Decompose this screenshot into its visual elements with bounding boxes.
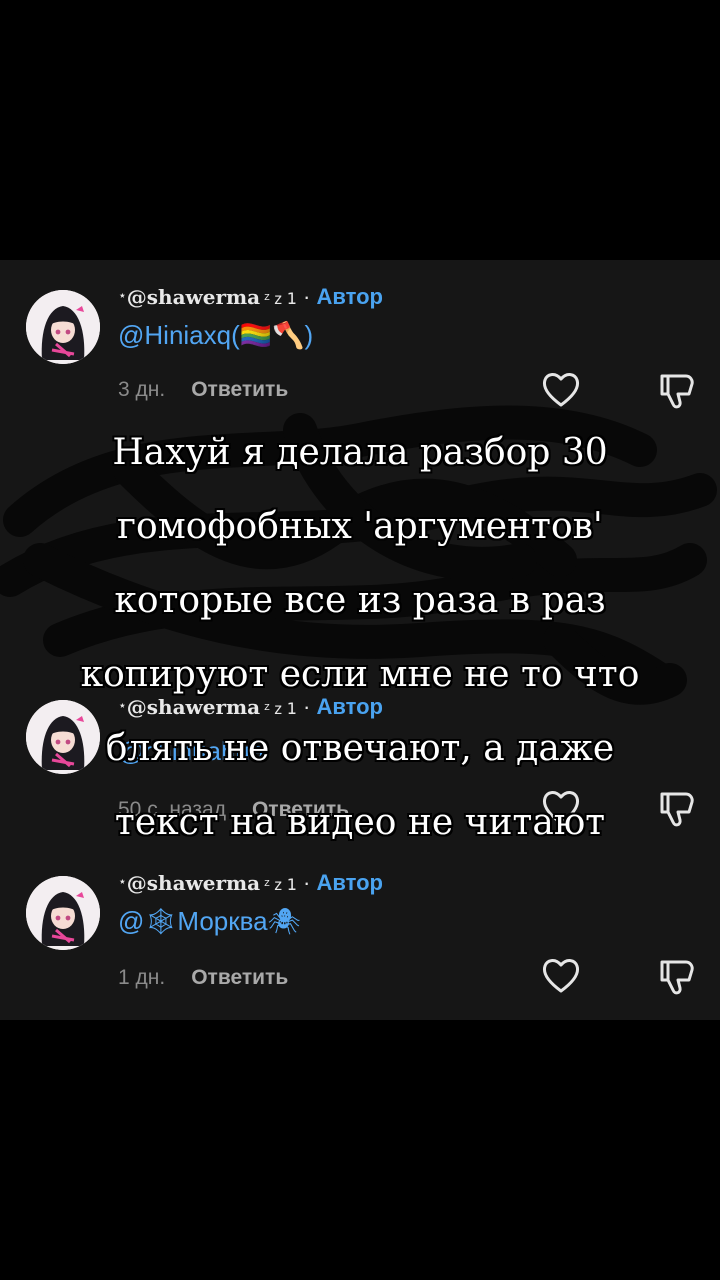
mention-link[interactable]: @Hiniaxq(🏳️‍🌈🪓) bbox=[118, 320, 313, 351]
username[interactable]: @shawerma bbox=[127, 871, 260, 895]
comment-item: ⋆@shawerma ᶻ z 𝟣 · Автор @Hiniaxq(🏳️‍🌈🪓) … bbox=[0, 260, 720, 409]
author-badge: Автор bbox=[316, 284, 383, 309]
comment-meta: 3 дн. Ответить bbox=[118, 378, 288, 402]
avatar[interactable] bbox=[26, 290, 100, 364]
username-suffix: ᶻ z 𝟣 bbox=[264, 877, 297, 894]
separator-dot: · bbox=[296, 284, 317, 309]
timestamp: 3 дн. bbox=[118, 378, 166, 401]
mention-link[interactable]: @🕸Морква🕷 bbox=[118, 906, 301, 937]
comment-header: ⋆@shawerma ᶻ z 𝟣 · Автор bbox=[118, 284, 383, 310]
username[interactable]: @shawerma bbox=[127, 285, 260, 309]
caption-line: гомофобных 'аргументов' bbox=[117, 506, 603, 547]
caption-line: Нахуй я делала разбор 30 bbox=[112, 432, 608, 473]
comment-header: ⋆@shawerma ᶻ z 𝟣 · Автор bbox=[118, 870, 383, 896]
comment-meta: 1 дн. Ответить bbox=[118, 966, 288, 990]
reply-button[interactable]: Ответить bbox=[191, 378, 288, 401]
star-glyph: ⋆ bbox=[118, 287, 127, 303]
caption-line: копируют если мне не то что bbox=[80, 654, 640, 695]
separator-dot: · bbox=[296, 870, 317, 895]
caption-line: блять не отвечают, а даже bbox=[105, 728, 615, 769]
timestamp: 1 дн. bbox=[118, 966, 166, 989]
author-badge: Автор bbox=[316, 870, 383, 895]
caption-line: которые все из раза в раз bbox=[114, 580, 606, 621]
username-suffix: ᶻ z 𝟣 bbox=[264, 291, 297, 308]
avatar[interactable] bbox=[26, 876, 100, 950]
star-glyph: ⋆ bbox=[118, 873, 127, 889]
comment-item: ⋆@shawerma ᶻ z 𝟣 · Автор @🕸Морква🕷 1 дн. О… bbox=[0, 846, 720, 995]
video-caption: Нахуй я делала разбор 30 гомофобных 'арг… bbox=[40, 416, 680, 860]
reply-button[interactable]: Ответить bbox=[191, 966, 288, 989]
dislike-icon[interactable] bbox=[656, 956, 698, 998]
dislike-icon[interactable] bbox=[656, 370, 698, 412]
caption-line: текст на видео не читают bbox=[114, 802, 606, 843]
heart-icon[interactable] bbox=[540, 956, 582, 994]
heart-icon[interactable] bbox=[540, 370, 582, 408]
